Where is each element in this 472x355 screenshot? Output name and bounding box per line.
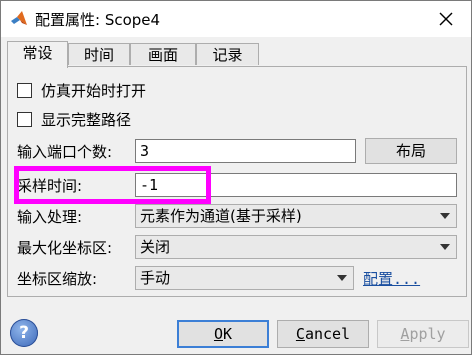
- input-processing-value: 元素作为通道(基于采样): [140, 207, 302, 225]
- general-panel: 仿真开始时打开 显示完整路径 输入端口个数: 3 布局 采样时间: -1 输入处…: [7, 66, 467, 297]
- show-full-path-label: 显示完整路径: [41, 110, 132, 129]
- chevron-down-icon: [440, 244, 450, 250]
- sample-time-input[interactable]: -1: [135, 173, 457, 197]
- tab-general[interactable]: 常设: [7, 41, 68, 68]
- ok-label-rest: K: [223, 325, 233, 343]
- configure-link[interactable]: 配置...: [363, 268, 420, 289]
- title-bar: 配置属性: Scope4: [1, 1, 471, 37]
- ok-mnemonic: O: [213, 325, 223, 343]
- tab-logging[interactable]: 记录: [196, 43, 259, 65]
- open-at-sim-start-checkbox[interactable]: [17, 82, 32, 98]
- num-input-ports-label: 输入端口个数:: [17, 143, 113, 161]
- close-icon: [439, 12, 453, 26]
- tab-display[interactable]: 画面: [130, 43, 196, 65]
- maximize-axes-select[interactable]: 关闭: [135, 235, 457, 259]
- show-full-path-row[interactable]: 显示完整路径: [17, 109, 131, 129]
- cancel-label-rest: ancel: [304, 325, 351, 343]
- sample-time-label: 采样时间:: [17, 177, 83, 195]
- input-processing-select[interactable]: 元素作为通道(基于采样): [135, 204, 457, 228]
- scope-properties-dialog: 配置属性: Scope4 常设 时间 画面 记录 仿真开始时打开 显示完整路径 …: [0, 0, 472, 355]
- ok-button[interactable]: OK: [177, 320, 269, 348]
- show-full-path-checkbox[interactable]: [17, 111, 32, 127]
- cancel-mnemonic: C: [295, 325, 305, 343]
- chevron-down-icon: [337, 275, 347, 281]
- help-icon[interactable]: ?: [10, 319, 38, 347]
- input-processing-label: 输入处理:: [17, 208, 83, 226]
- num-input-ports-input[interactable]: 3: [135, 139, 356, 163]
- tab-bar: 常设 时间 画面 记录: [7, 41, 467, 68]
- axes-scaling-label: 坐标区缩放:: [17, 270, 98, 288]
- close-button[interactable]: [434, 7, 458, 31]
- open-at-sim-start-row[interactable]: 仿真开始时打开: [17, 80, 146, 100]
- window-title: 配置属性: Scope4: [35, 11, 161, 29]
- apply-button[interactable]: Apply: [377, 320, 469, 348]
- maximize-axes-value: 关闭: [140, 238, 171, 256]
- axes-scaling-select[interactable]: 手动: [135, 266, 354, 290]
- axes-scaling-value: 手动: [140, 269, 171, 287]
- tab-time[interactable]: 时间: [68, 43, 130, 65]
- apply-label-rest: pply: [409, 325, 446, 343]
- matlab-logo-icon: [11, 11, 27, 25]
- open-at-sim-start-label: 仿真开始时打开: [41, 81, 147, 100]
- layout-button[interactable]: 布局: [365, 138, 457, 164]
- chevron-down-icon: [440, 213, 450, 219]
- cancel-button[interactable]: Cancel: [277, 320, 369, 348]
- maximize-axes-label: 最大化坐标区:: [17, 239, 113, 257]
